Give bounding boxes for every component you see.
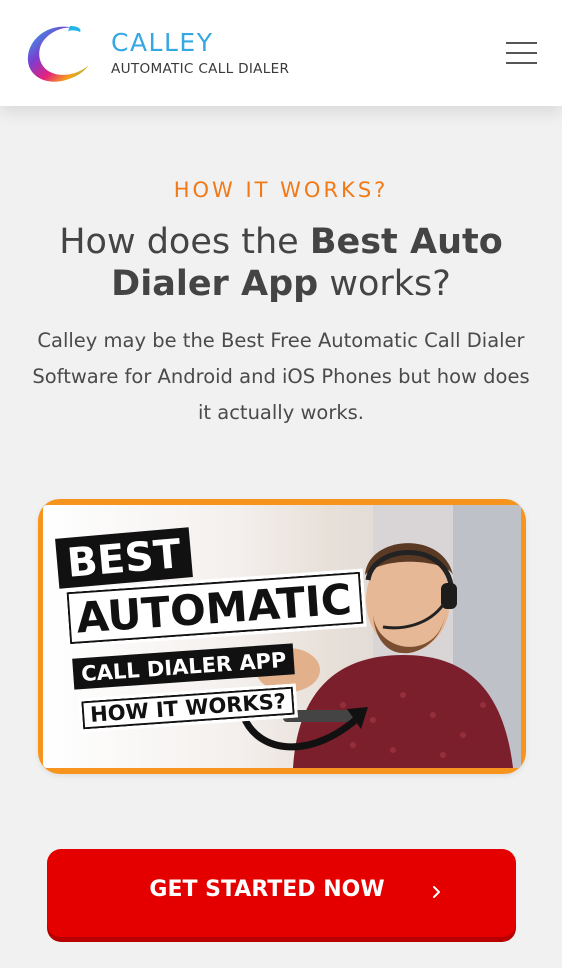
headline-part1: How does the: [59, 222, 310, 262]
brand-name: CALLEY: [111, 28, 214, 57]
get-started-label: GET STARTED NOW: [149, 877, 385, 902]
site-header: CALLEY AUTOMATIC CALL DIALER: [0, 0, 562, 106]
section-description: Calley may be the Best Free Automatic Ca…: [32, 329, 530, 424]
headline-part2: works?: [318, 264, 451, 304]
section-headline: How does the Best Auto Dialer App works?: [20, 221, 542, 305]
brand-tagline: AUTOMATIC CALL DIALER: [111, 61, 290, 77]
menu-line: [506, 42, 537, 44]
calley-logo[interactable]: CALLEY AUTOMATIC CALL DIALER: [22, 20, 289, 86]
menu-line: [506, 52, 537, 54]
page-bottom-edge: [0, 968, 562, 972]
section-kicker: HOW IT WORKS?: [173, 178, 389, 202]
video-thumbnail[interactable]: BEST AUTOMATIC CALL DIALER APP HOW IT WO…: [38, 499, 526, 774]
get-started-button[interactable]: GET STARTED NOW: [47, 849, 516, 937]
hamburger-icon[interactable]: [506, 40, 538, 66]
video-image: BEST AUTOMATIC CALL DIALER APP HOW IT WO…: [43, 505, 521, 768]
chevron-right-icon: [433, 886, 440, 898]
menu-line: [506, 62, 537, 64]
calley-logo-mark-icon: [27, 26, 88, 82]
